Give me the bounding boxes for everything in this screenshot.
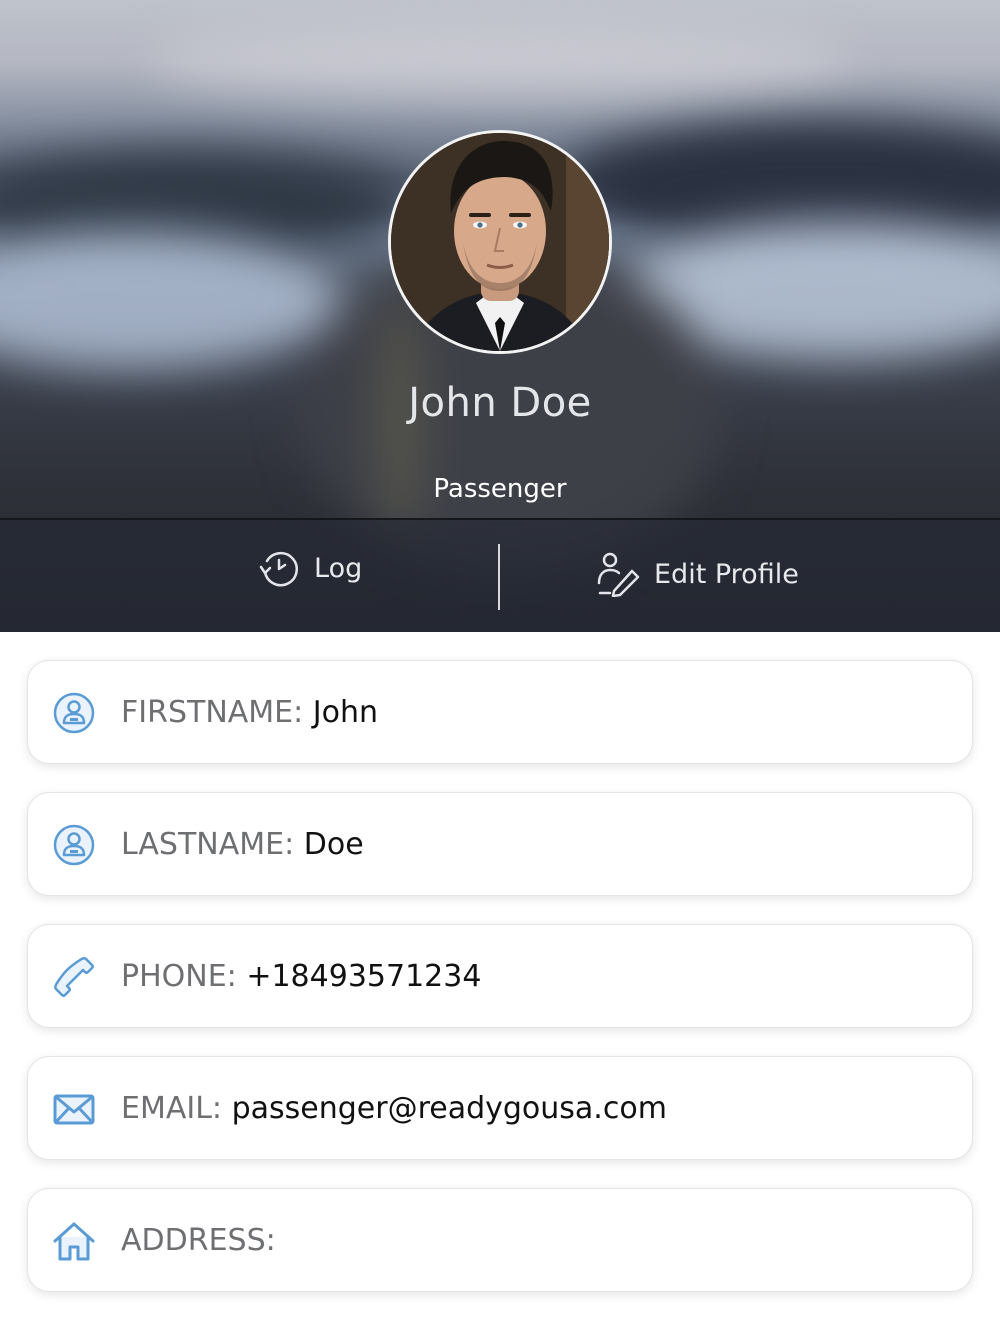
phone-value: +18493571234 [246,959,482,994]
address-label: ADDRESS: [121,1223,276,1258]
phone-field[interactable]: PHONE: +18493571234 [27,924,973,1028]
log-label: Log [314,552,363,584]
log-button[interactable]: Log [258,547,362,589]
profile-name: John Doe [408,380,592,426]
history-clock-icon [259,551,298,587]
action-divider [498,544,500,610]
profile-header: John Doe Passenger Log Edit Profile [0,0,1000,632]
avatar[interactable] [391,133,609,351]
edit-user-icon [597,552,640,597]
edit-profile-button[interactable]: Edit Profile [596,551,799,597]
email-label: EMAIL: [121,1091,223,1126]
avatar-portrait [391,133,609,351]
profile-action-bar: Log Edit Profile [0,518,1000,632]
home-icon [53,1222,95,1261]
user-badge-icon [53,824,95,866]
profile-role: Passenger [433,474,567,504]
email-field[interactable]: EMAIL: passenger@readygousa.com [27,1056,973,1160]
email-value: passenger@readygousa.com [231,1091,667,1126]
firstname-label: FIRSTNAME: [121,695,304,730]
firstname-value: John [312,695,379,730]
profile-details: FIRSTNAME: John LASTNAME: Doe PHONE: +18… [27,660,973,1320]
lastname-value: Doe [303,827,364,862]
phone-icon [54,957,94,997]
edit-profile-label: Edit Profile [654,558,799,590]
lastname-label: LASTNAME: [121,827,295,862]
envelope-icon [53,1094,95,1125]
lastname-field[interactable]: LASTNAME: Doe [27,792,973,896]
phone-label: PHONE: [121,959,237,994]
firstname-field[interactable]: FIRSTNAME: John [27,660,973,764]
address-field[interactable]: ADDRESS: [27,1188,973,1292]
user-badge-icon [53,692,95,734]
